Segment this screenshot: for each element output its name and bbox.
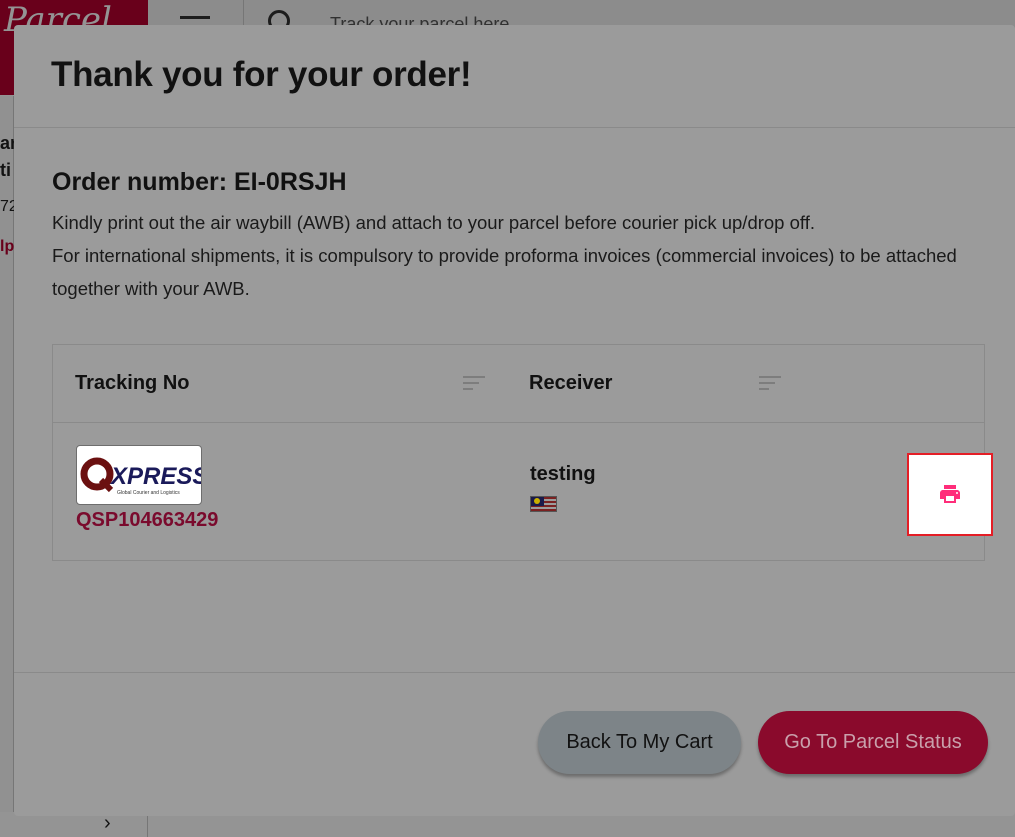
order-number: Order number: EI-0RSJH [52, 168, 347, 196]
order-confirmation-modal: Thank you for your order! Order number: … [14, 25, 1015, 816]
courier-logo-subtext: Global Courier and Logistics [117, 490, 180, 496]
print-awb-button[interactable] [907, 453, 993, 536]
instruction-line: For international shipments, it is compu… [52, 245, 957, 299]
instruction-line: Kindly print out the air waybill (AWB) a… [52, 212, 815, 233]
column-header-receiver[interactable]: Receiver [529, 372, 612, 395]
receiver-name: testing [530, 463, 596, 485]
order-table: Tracking No Receiver XPRESS Global Couri… [52, 344, 985, 561]
divider [14, 127, 1015, 128]
sort-icon[interactable] [463, 376, 485, 392]
back-to-cart-button[interactable]: Back To My Cart [538, 711, 741, 774]
courier-logo: XPRESS Global Courier and Logistics [76, 445, 202, 505]
instructions-text: Kindly print out the air waybill (AWB) a… [52, 206, 992, 305]
column-header-tracking-no[interactable]: Tracking No [75, 372, 189, 395]
courier-logo-text: XPRESS [109, 463, 202, 490]
tracking-number[interactable]: QSP104663429 [76, 509, 218, 532]
modal-title: Thank you for your order! [51, 55, 472, 94]
sort-icon[interactable] [759, 376, 781, 392]
malaysia-flag-icon [530, 496, 557, 512]
go-to-parcel-status-button[interactable]: Go To Parcel Status [758, 711, 988, 774]
table-header-row: Tracking No Receiver [53, 345, 984, 423]
print-icon [940, 485, 960, 503]
divider [14, 672, 1015, 673]
